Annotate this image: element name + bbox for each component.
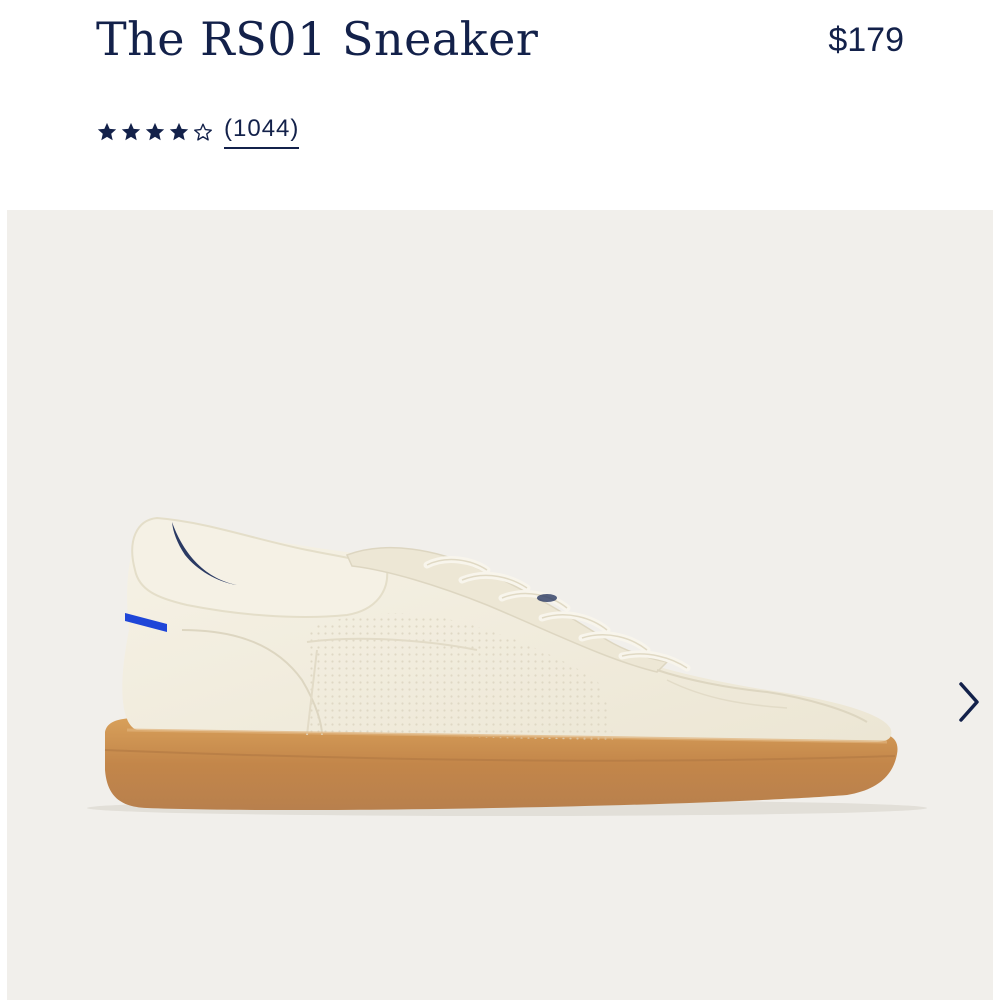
product-price: $179: [828, 21, 904, 59]
product-title: The RS01 Sneaker: [96, 12, 539, 66]
star-filled-icon: [121, 122, 141, 141]
product-gallery[interactable]: [7, 210, 993, 1000]
sneaker-image: [87, 516, 927, 816]
star-filled-icon: [169, 122, 189, 141]
star-rating: [96, 121, 214, 143]
star-filled-icon: [97, 122, 117, 141]
reviews-link[interactable]: (1044): [224, 115, 300, 149]
rating-summary: (1044): [96, 114, 300, 150]
next-image-button[interactable]: [947, 670, 991, 734]
star-empty-icon: [194, 123, 212, 141]
star-filled-icon: [145, 122, 165, 141]
chevron-right-icon: [959, 682, 979, 722]
